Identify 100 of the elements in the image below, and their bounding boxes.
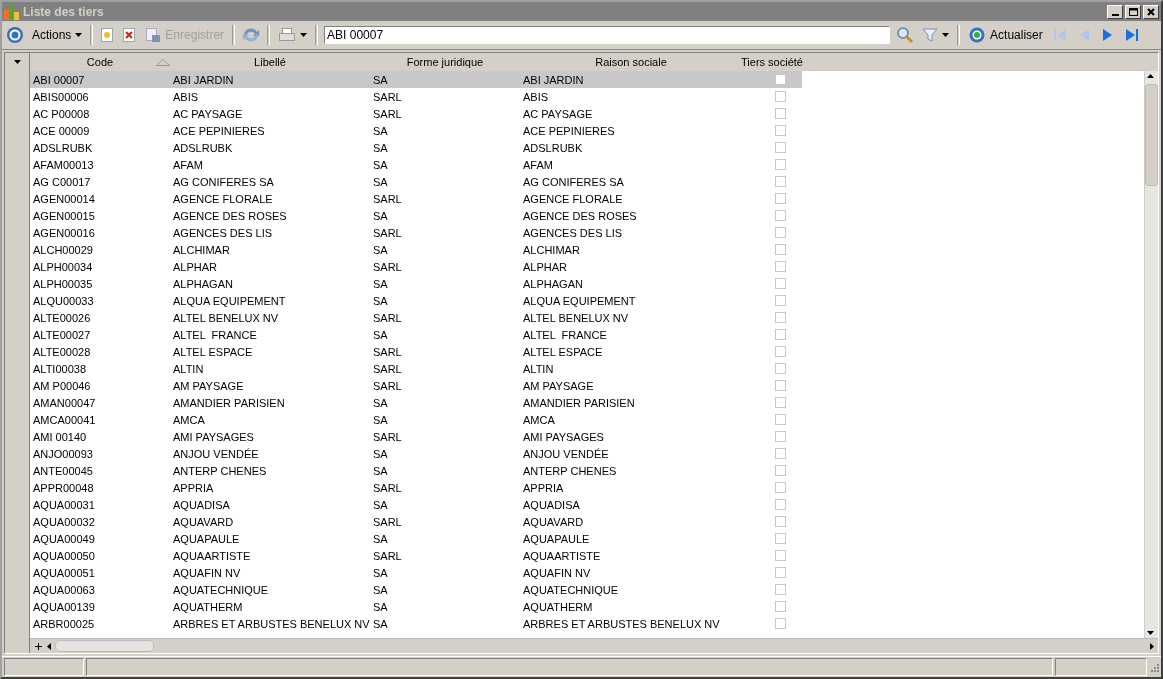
table-cell-text: SARL [372,430,403,443]
table-row[interactable]: AFAM00013 AFAM SA AFAM [30,156,802,173]
checkbox[interactable] [775,448,786,459]
table-row[interactable]: ALQU00033 ALQUA EQUIPEMENT SA ALQUA EQUIPEMENT [30,292,802,309]
checkbox[interactable] [775,465,786,476]
checkbox[interactable] [775,312,786,323]
table-row[interactable]: AGEN00014 AGENCE FLORALE SARL AGENCE FLORALE [30,190,802,207]
table-row[interactable]: AQUA00139 AQUATHERM SA AQUATHERM [30,598,802,615]
vertical-scrollbar[interactable] [1144,71,1158,638]
table-row[interactable]: ALPH00035 ALPHAGAN SA ALPHAGAN [30,275,802,292]
table-cell-text: AQUADISA [172,498,231,511]
delete-document-icon[interactable] [121,27,138,43]
checkbox[interactable] [775,244,786,255]
table-cell-text: SARL [372,362,403,375]
table-row[interactable]: ANJO00093 ANJOU VENDÉE SA ANJOU VENDÉE [30,445,802,462]
checkbox[interactable] [775,329,786,340]
table-row[interactable]: AGEN00015 AGENCE DES ROSES SA AGENCE DES ROSES [30,207,802,224]
table-cell-text: ARBRES ET ARBUSTES BENELUX NV [522,617,721,630]
column-header[interactable]: Code [86,56,114,68]
scroll-right-icon[interactable] [1147,641,1156,651]
checkbox[interactable] [775,499,786,510]
table-row[interactable]: ALTE00026 ALTEL BENELUX NV SARL ALTEL BENELUX NV [30,309,802,326]
checkbox[interactable] [775,550,786,561]
close-button[interactable] [1143,4,1159,19]
resize-grip-icon [1149,662,1159,672]
table-cell-text: AC P00008 [32,107,91,120]
table-row[interactable]: ADSLRUBK ADSLRUBK SA ADSLRUBK [30,139,802,156]
plus-icon[interactable] [34,641,43,651]
checkbox[interactable] [775,210,786,221]
checkbox[interactable] [775,108,786,119]
table-row[interactable]: AGEN00016 AGENCES DES LIS SARL AGENCES DES LIS [30,224,802,241]
maximize-button[interactable] [1125,4,1141,19]
table-row[interactable]: ACE 00009 ACE PEPINIERES SA ACE PEPINIERES [30,122,802,139]
checkbox[interactable] [775,159,786,170]
table-row[interactable]: AQUA00049 AQUAPAULE SA AQUAPAULE [30,530,802,547]
table-row[interactable]: AMAN00047 AMANDIER PARISIEN SA AMANDIER PARISIEN [30,394,802,411]
checkbox[interactable] [775,601,786,612]
checkbox[interactable] [775,142,786,153]
checkbox[interactable] [775,431,786,442]
checkbox[interactable] [775,482,786,493]
table-row[interactable]: APPR00048 APPRIA SARL APPRIA [30,479,802,496]
column-header[interactable]: Libellé [254,56,286,68]
minimize-button[interactable] [1107,4,1123,19]
table-row[interactable]: ANTE00045 ANTERP CHENES SA ANTERP CHENES [30,462,802,479]
refresh-button[interactable]: Actualiser [966,24,1045,46]
checkbox[interactable] [775,397,786,408]
table-cell-text: ALTI00038 [32,362,87,375]
new-document-icon[interactable] [99,27,116,43]
checkbox[interactable] [775,533,786,544]
checkbox[interactable] [775,74,786,85]
checkbox[interactable] [775,261,786,272]
table-row[interactable]: AQUA00050 AQUAARTISTE SARL AQUAARTISTE [30,547,802,564]
scroll-thumb[interactable] [55,640,154,652]
table-row[interactable]: ALCH00029 ALCHIMAR SA ALCHIMAR [30,241,802,258]
checkbox[interactable] [775,91,786,102]
column-header[interactable]: Forme juridique [406,56,484,68]
table-cell-text: ADSLRUBK [522,141,584,154]
search-icon[interactable] [896,26,915,44]
table-row[interactable]: AM P00046 AM PAYSAGE SARL AM PAYSAGE [30,377,802,394]
table-row[interactable]: ALTI00038 ALTIN SARL ALTIN [30,360,802,377]
table-row[interactable]: AMCA00041 AMCA SA AMCA [30,411,802,428]
selected-row[interactable]: ABI 00007 ABI JARDIN SA ABI JARDIN [30,71,802,88]
table-row[interactable]: AQUA00031 AQUADISA SA AQUADISA [30,496,802,513]
checkbox[interactable] [775,618,786,629]
table-cell-text: SA [372,294,389,307]
checkbox[interactable] [775,516,786,527]
checkbox[interactable] [775,363,786,374]
table-row[interactable]: ALTE00028 ALTEL ESPACE SARL ALTEL ESPACE [30,343,802,360]
table-row[interactable]: ARBR00025 ARBRES ET ARBUSTES BENELUX NV SA ARBRES ET ARBUSTES BENELUX NV [30,615,802,632]
checkbox[interactable] [775,193,786,204]
checkbox[interactable] [775,278,786,289]
checkbox[interactable] [775,567,786,578]
checkbox[interactable] [775,346,786,357]
table-cell-text: SA [372,175,389,188]
scroll-left-icon[interactable] [46,641,52,651]
target-icon[interactable] [6,26,24,44]
checkbox[interactable] [775,227,786,238]
checkbox[interactable] [775,584,786,595]
checkbox[interactable] [775,295,786,306]
actions-menu[interactable]: Actions [30,24,85,46]
checkbox[interactable] [775,414,786,425]
table-cell-text: AFAM [172,158,204,171]
table-row[interactable]: ALTE00027 ALTEL FRANCE SA ALTEL FRANCE [30,326,802,343]
column-header[interactable]: Tiers société [741,56,803,68]
table-row[interactable]: ALPH00034 ALPHAR SARL ALPHAR [30,258,802,275]
table-row[interactable]: AQUA00032 AQUAVARD SARL AQUAVARD [30,513,802,530]
close-icon [1147,7,1155,16]
table-row[interactable]: AC P00008 AC PAYSAGE SARL AC PAYSAGE [30,105,802,122]
checkbox[interactable] [775,176,786,187]
table-row[interactable]: AQUA00051 AQUAFIN NV SA AQUAFIN NV [30,564,802,581]
table-row[interactable]: AMI 00140 AMI PAYSAGES SARL AMI PAYSAGES [30,428,802,445]
table-row[interactable]: ABIS00006 ABIS SARL ABIS [30,88,802,105]
table-row[interactable]: AG C00017 AG CONIFERES SA SA AG CONIFERES SA [30,173,802,190]
checkbox[interactable] [775,125,786,136]
search-field[interactable]: ABI 00007 [324,26,891,44]
table-row[interactable]: AQUA00063 AQUATECHNIQUE SA AQUATECHNIQUE [30,581,802,598]
checkbox[interactable] [775,380,786,391]
column-header[interactable]: Raison sociale [595,56,667,68]
sync-icon[interactable] [241,26,262,44]
scroll-thumb[interactable] [1145,84,1158,186]
